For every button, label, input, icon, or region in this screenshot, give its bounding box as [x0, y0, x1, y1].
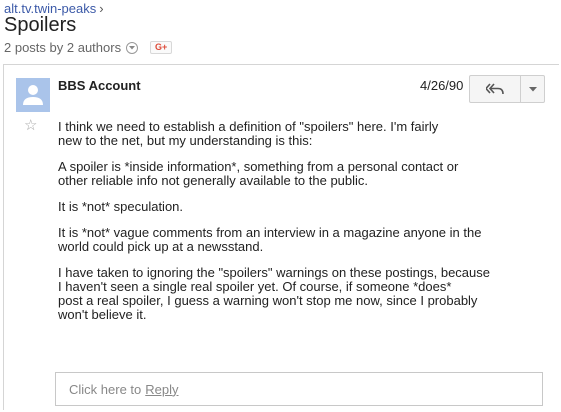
post-paragraph: I have taken to ignoring the "spoilers" …	[58, 265, 490, 322]
thread-options-icon[interactable]	[126, 41, 139, 54]
reply-box[interactable]: Click here to Reply	[55, 372, 543, 406]
thread-summary: 2 posts by 2 authors	[4, 40, 122, 55]
post: ☆ BBS Account 4/26/90 I think we need to…	[3, 64, 559, 410]
star-icon[interactable]: ☆	[24, 118, 37, 133]
breadcrumb-separator: ›	[99, 1, 104, 16]
reply-all-button[interactable]	[469, 75, 521, 103]
reply-prompt: Click here to	[69, 381, 142, 397]
avatar[interactable]	[16, 78, 50, 112]
post-paragraph: It is *not* speculation.	[58, 199, 184, 214]
thread-view: alt.tv.twin-peaks › Spoilers 2 posts by 2…	[0, 0, 561, 412]
post-paragraph: It is *not* vague comments from an inter…	[58, 225, 482, 254]
post-author[interactable]: BBS Account	[58, 78, 141, 93]
reply-more-button[interactable]	[521, 75, 545, 103]
thread-title: Spoilers	[4, 14, 77, 36]
google-plus-share-button[interactable]: G+	[150, 41, 173, 54]
reply-link[interactable]: Reply	[145, 382, 178, 397]
chevron-down-icon	[528, 86, 537, 91]
thread-meta: 2 posts by 2 authors G+	[4, 40, 173, 55]
post-paragraph: I think we need to establish a definitio…	[58, 119, 439, 148]
reply-all-icon	[486, 83, 504, 95]
post-paragraph: A spoiler is *inside information*, somet…	[58, 159, 459, 188]
person-icon	[23, 85, 43, 105]
post-body: I think we need to establish a definitio…	[58, 120, 528, 334]
post-date: 4/26/90	[420, 78, 464, 93]
reply-button-group	[469, 75, 545, 103]
